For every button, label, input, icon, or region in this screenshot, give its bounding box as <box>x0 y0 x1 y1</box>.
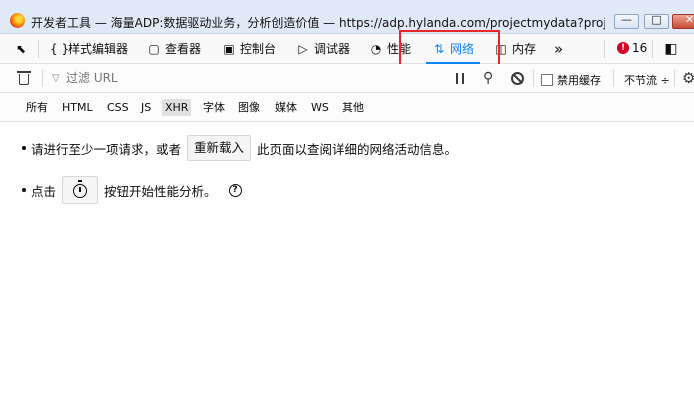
filter-url-input[interactable] <box>48 68 448 88</box>
filter-type-css[interactable]: CSS <box>104 99 132 116</box>
tab-performance-label: 性能 <box>387 42 412 56</box>
tab-inspector[interactable]: ▢ 查看器 <box>147 34 201 63</box>
tab-inspector-label: 查看器 <box>165 42 202 56</box>
close-button[interactable]: ✕ <box>672 13 694 29</box>
type-filterbar: 所有 HTML CSS JS XHR 字体 图像 媒体 WS 其他 <box>0 93 694 122</box>
disable-cache-checkbox[interactable] <box>541 74 553 86</box>
toolbar-separator <box>42 69 43 87</box>
dock-icon: ◧ <box>664 40 678 57</box>
filter-type-html[interactable]: HTML <box>59 99 96 116</box>
minimize-button[interactable]: — <box>614 13 639 29</box>
filter-type-image[interactable]: 图像 <box>235 99 263 116</box>
chevron-double-right-icon: » <box>554 39 564 58</box>
reload-hint-before: 请进行至少一项请求，或者 <box>31 141 182 157</box>
tab-network[interactable]: ⇅ 网络 <box>425 34 481 64</box>
filter-type-xhr[interactable]: XHR <box>162 99 192 116</box>
tab-style-editor[interactable]: { } 样式编辑器 <box>50 34 128 63</box>
bullet <box>22 146 26 150</box>
tab-debugger[interactable]: ▷ 调试器 <box>296 34 350 63</box>
performance-gauge-icon: ◔ <box>370 41 382 56</box>
inspector-icon: ▢ <box>148 41 160 56</box>
error-icon: ! <box>617 42 629 54</box>
search-icon[interactable]: ⚲ <box>483 70 493 86</box>
toolbar-separator <box>674 69 675 87</box>
perf-hint-after: 按钮开始性能分析。 <box>104 183 217 199</box>
filter-type-ws[interactable]: WS <box>308 99 332 116</box>
element-picker-button[interactable]: ⬉ <box>14 34 28 63</box>
window-titlebar: 开发者工具 — 海量ADP:数据驱动业务，分析创造价值 — https://ad… <box>0 0 694 34</box>
tab-memory-label: 内存 <box>512 42 537 56</box>
tab-console[interactable]: ▣ 控制台 <box>222 34 276 63</box>
element-picker-icon: ⬉ <box>15 41 27 56</box>
reload-hint-line: 请进行至少一项请求，或者 重新载入 此页面以查阅详细的网络活动信息。 <box>22 135 457 161</box>
stopwatch-icon <box>73 180 88 198</box>
network-filterbar: ▽ ⚲ 禁用缓存 不节流 ÷ ⚙ <box>0 64 694 93</box>
throttle-select[interactable]: 不节流 ÷ <box>624 72 670 88</box>
tab-network-label: 网络 <box>450 42 475 56</box>
reload-hint-after: 此页面以查阅详细的网络活动信息。 <box>257 141 458 157</box>
toolbar-separator <box>38 40 39 58</box>
disable-cache-toggle[interactable]: 禁用缓存 <box>541 72 601 88</box>
filter-type-font[interactable]: 字体 <box>200 99 228 116</box>
filter-type-js[interactable]: JS <box>138 99 154 116</box>
restore-button[interactable]: □ <box>644 13 669 29</box>
dock-options-button[interactable]: ◧ <box>664 34 678 63</box>
network-arrows-icon: ⇅ <box>433 41 445 56</box>
console-icon: ▣ <box>223 41 235 56</box>
filter-type-other[interactable]: 其他 <box>339 99 367 116</box>
tab-style-editor-label: 样式编辑器 <box>68 42 129 56</box>
pause-icon[interactable] <box>456 73 464 84</box>
start-perf-analysis-button[interactable] <box>62 176 99 204</box>
error-count-badge[interactable]: ! 16 <box>617 41 647 55</box>
tab-console-label: 控制台 <box>240 42 277 56</box>
perf-hint-line: 点击 按钮开始性能分析。 ? <box>22 176 242 204</box>
toolbar-separator <box>533 69 534 87</box>
trash-icon[interactable] <box>17 71 31 85</box>
firefox-logo-icon <box>10 13 25 28</box>
help-icon[interactable]: ? <box>228 183 242 197</box>
filter-type-media[interactable]: 媒体 <box>272 99 300 116</box>
disable-cache-label: 禁用缓存 <box>557 74 601 87</box>
tab-debugger-label: 调试器 <box>314 42 351 56</box>
toolbar-separator <box>652 40 653 58</box>
perf-hint-before: 点击 <box>31 183 57 199</box>
network-empty-state: 请进行至少一项请求，或者 重新载入 此页面以查阅详细的网络活动信息。 点击 按钮… <box>0 122 694 402</box>
filter-type-all[interactable]: 所有 <box>23 99 51 116</box>
block-requests-icon[interactable] <box>511 72 524 85</box>
reload-button[interactable]: 重新载入 <box>187 135 252 161</box>
toolbar-separator <box>604 40 605 58</box>
window-title: 开发者工具 — 海量ADP:数据驱动业务，分析创造价值 — https://ad… <box>31 16 605 30</box>
overflow-tabs-button[interactable]: » <box>554 34 563 63</box>
bullet <box>22 188 26 192</box>
braces-icon: { } <box>50 41 70 56</box>
tab-performance[interactable]: ◔ 性能 <box>369 34 411 63</box>
memory-chip-icon: ◫ <box>495 41 507 56</box>
tab-memory[interactable]: ◫ 内存 <box>494 34 536 63</box>
toolbar-separator <box>613 69 614 87</box>
gear-icon[interactable]: ⚙ <box>682 69 694 87</box>
error-count: 16 <box>632 41 648 55</box>
debugger-icon: ▷ <box>298 41 308 56</box>
devtools-toolbar: ⬉ { } 样式编辑器 ▢ 查看器 ▣ 控制台 ▷ 调试器 ◔ 性能 ⇅ 网络 … <box>0 34 694 64</box>
